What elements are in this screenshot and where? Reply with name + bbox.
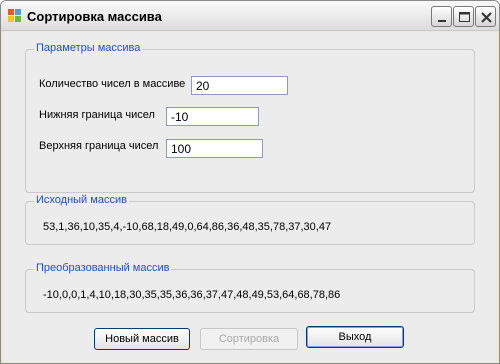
source-array-legend: Исходный массив xyxy=(34,194,129,206)
source-array-values: 53,1,36,10,35,4,-10,68,18,49,0,64,86,36,… xyxy=(43,221,332,233)
lower-bound-label: Нижняя граница чисел xyxy=(39,109,155,121)
maximize-icon xyxy=(459,12,470,22)
title-bar[interactable]: Сортировка массива xyxy=(1,1,499,31)
result-array-values: -10,0,0,1,4,10,18,30,35,35,36,36,37,47,4… xyxy=(43,289,341,301)
lower-bound-input[interactable]: -10 xyxy=(166,107,259,126)
app-window: Сортировка массива Параметры массива Кол… xyxy=(0,0,500,364)
upper-bound-label: Верхняя граница чисел xyxy=(39,140,159,152)
sort-button[interactable]: Сортировка xyxy=(200,328,298,350)
result-array-legend: Преобразованный массив xyxy=(34,262,172,274)
count-input[interactable]: 20 xyxy=(191,76,288,95)
form-client-area: Параметры массива Количество чисел в мас… xyxy=(4,32,496,362)
params-group: Параметры массива Количество чисел в мас… xyxy=(25,42,475,193)
new-array-button[interactable]: Новый массив xyxy=(94,328,190,350)
app-icon xyxy=(8,9,22,23)
minimize-button[interactable] xyxy=(431,6,452,27)
source-array-group: Исходный массив 53,1,36,10,35,4,-10,68,1… xyxy=(25,194,475,245)
window-title: Сортировка массива xyxy=(27,9,162,24)
count-label: Количество чисел в массиве xyxy=(39,78,186,90)
maximize-button[interactable] xyxy=(453,6,474,27)
exit-button[interactable]: Выход xyxy=(306,326,404,348)
close-button[interactable] xyxy=(475,6,496,27)
result-array-group: Преобразованный массив -10,0,0,1,4,10,18… xyxy=(25,262,475,313)
close-icon xyxy=(481,12,492,23)
upper-bound-input[interactable]: 100 xyxy=(166,139,263,158)
params-group-legend: Параметры массива xyxy=(34,42,143,54)
minimize-icon xyxy=(438,20,446,22)
